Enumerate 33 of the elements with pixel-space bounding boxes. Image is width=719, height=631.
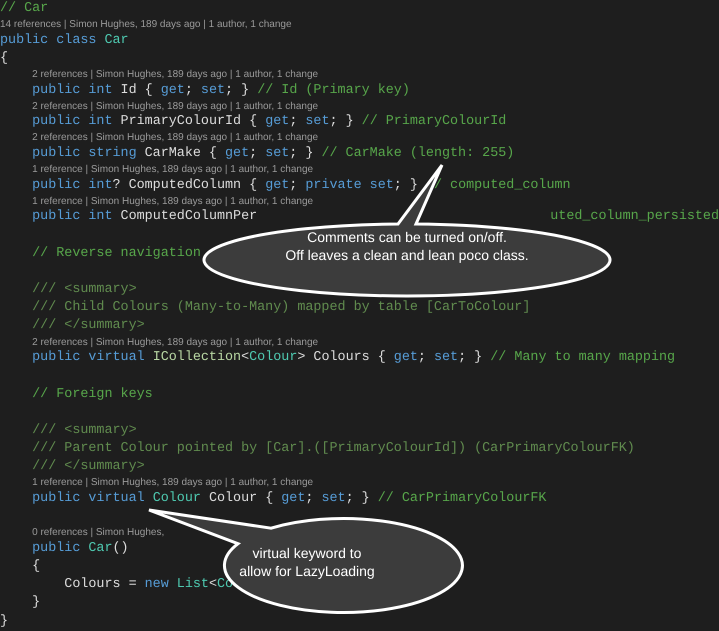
code-line: uted_column_persisted — [550, 208, 719, 226]
code-line: public int ComputedColumnPer — [32, 208, 258, 226]
code-line: /// </summary> — [32, 458, 145, 476]
code-lens-info[interactable]: 1 reference | Simon Hughes, 189 days ago | 1 author, 1 change — [32, 477, 314, 488]
code-line: { — [0, 50, 8, 68]
code-line: public int Id { get; set; } // Id (Primary key) — [32, 82, 410, 100]
code-lens-info[interactable]: 14 references | Simon Hughes, 189 days ago | 1 author, 1 change — [0, 19, 292, 30]
callout-text: virtual keyword to allow for LazyLoading — [238, 544, 376, 580]
callout-text: Comments can be turned on/off. Off leaves a clean and lean poco class. — [284, 228, 530, 264]
code-lens-info[interactable]: 2 references | Simon Hughes, 189 days ago | 1 author, 1 change — [32, 336, 318, 348]
code-line: /// Parent Colour pointed by [Car].([PrimaryColourId]) (CarPrimaryColourFK) — [32, 440, 635, 458]
code-lens-info[interactable]: 2 references | Simon Hughes, 189 days ago | 1 author, 1 change — [32, 132, 318, 144]
code-lens-info[interactable]: 1 reference | Simon Hughes, 189 days ago | 1 author, 1 change — [32, 164, 314, 176]
code-line: public virtual ICollection<Colour> Colours { get; set; } // Many to many mapping — [32, 349, 676, 368]
code-line: public Car() — [32, 540, 129, 558]
code-lens-info[interactable]: 1 reference | Simon Hughes, 189 days ago | 1 author, 1 change — [32, 196, 314, 207]
code-line: /// <summary> — [32, 281, 137, 300]
code-line: } — [0, 612, 8, 631]
code-line: /// <summary> — [32, 422, 137, 440]
code-line: public string CarMake { get; set; } // CarMake (length: 255) — [32, 144, 514, 163]
code-lens-info[interactable]: 2 references | Simon Hughes, 189 days ago | 1 author, 1 change — [32, 100, 318, 112]
code-line: // Reverse navigation — [32, 244, 201, 263]
code-line: // Foreign keys — [32, 386, 153, 404]
code-line: public virtual Colour Colour { get; set; } // CarPrimaryColourFK — [32, 490, 546, 508]
code-line: } — [32, 594, 40, 612]
code-line: // Car — [0, 0, 48, 18]
code-line: public class Car — [0, 32, 129, 50]
code-line: { — [32, 558, 40, 576]
code-line: /// Child Colours (Many-to-Many) mapped by table [CarToColour] — [32, 299, 530, 318]
code-lens-info[interactable]: 2 references | Simon Hughes, 189 days ago | 1 author, 1 change — [32, 69, 318, 80]
code-lens-info[interactable]: 0 references | Simon Hughes, — [32, 527, 164, 538]
code-line: public int PrimaryColourId { get; set; } // PrimaryColourId — [32, 113, 506, 132]
code-line: /// </summary> — [32, 317, 145, 336]
